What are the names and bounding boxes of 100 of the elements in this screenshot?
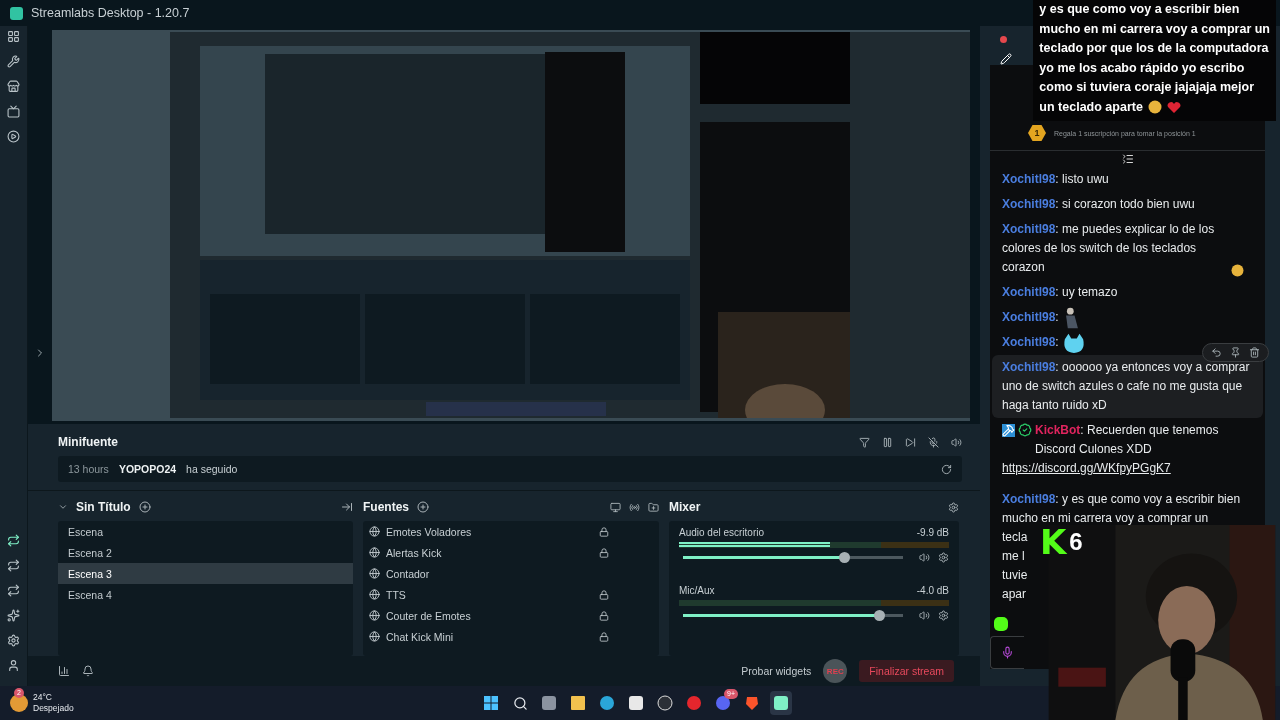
lock-icon[interactable] xyxy=(599,547,609,558)
test-widgets-button[interactable]: Probar widgets xyxy=(741,665,812,678)
moderator-icon xyxy=(1002,424,1015,437)
collapse-panel-icon[interactable] xyxy=(341,501,353,513)
filter-icon[interactable] xyxy=(859,436,870,448)
source-item[interactable]: TTS xyxy=(386,588,406,601)
emote-icon[interactable] xyxy=(994,617,1008,631)
event-user: YOPOPO24 xyxy=(118,463,177,475)
delete-icon[interactable] xyxy=(1249,347,1260,358)
end-stream-button[interactable]: Finalizar stream xyxy=(859,660,954,683)
volume-icon[interactable] xyxy=(951,436,962,448)
wrench-icon[interactable] xyxy=(7,55,20,68)
chat-message-fragment: apar xyxy=(1002,586,1027,603)
collapse-icon[interactable] xyxy=(1121,153,1134,165)
lock-icon[interactable] xyxy=(599,631,609,642)
chevron-down-icon[interactable] xyxy=(58,502,68,512)
reply-icon[interactable] xyxy=(1211,347,1222,358)
settings-icon[interactable] xyxy=(938,610,949,621)
pause-icon[interactable] xyxy=(882,436,893,448)
channel-name: Audio del escritorio xyxy=(679,527,765,538)
lock-icon[interactable] xyxy=(599,610,609,621)
scene-item[interactable]: Escena 3 xyxy=(58,563,353,584)
chat-message-fragment: tuvie xyxy=(1002,567,1028,584)
source-item[interactable]: Emotes Voladores xyxy=(386,525,472,538)
window-title: Streamlabs Desktop - 1.20.7 xyxy=(31,6,190,20)
scene-item[interactable]: Escena xyxy=(58,521,353,542)
temperature: 24°C xyxy=(33,692,53,703)
source-item[interactable]: Contador xyxy=(386,567,430,580)
mute-alerts-icon[interactable] xyxy=(928,436,939,448)
repeat-icon[interactable] xyxy=(7,534,20,547)
folder-add-icon[interactable] xyxy=(648,501,659,513)
weather-condition: Despejado xyxy=(33,703,74,714)
emoji-icon xyxy=(1231,264,1244,277)
section-title: Fuentes xyxy=(363,500,409,514)
channel-reading: -4.0 dB xyxy=(916,585,949,596)
blob-emote-icon xyxy=(1062,331,1087,354)
user-icon[interactable] xyxy=(7,659,20,672)
monitor-icon[interactable] xyxy=(610,501,621,513)
globe-icon xyxy=(369,547,380,558)
heart-icon xyxy=(1166,100,1181,114)
globe-icon xyxy=(369,526,380,537)
source-item[interactable]: Alertas Kick xyxy=(386,546,442,559)
add-source-icon[interactable] xyxy=(417,501,429,513)
lock-icon[interactable] xyxy=(599,589,609,600)
globe-icon xyxy=(369,589,380,600)
dashboard-icon[interactable] xyxy=(7,30,20,43)
scene-item[interactable]: Escena 4 xyxy=(58,584,353,605)
mic-icon xyxy=(1001,646,1014,659)
globe-icon xyxy=(369,568,380,579)
verified-icon xyxy=(1018,423,1032,437)
settings-icon[interactable] xyxy=(7,634,20,647)
pin-icon[interactable] xyxy=(1230,347,1241,358)
app-icon[interactable] xyxy=(770,691,792,715)
repeat-icon[interactable] xyxy=(7,584,20,597)
app-logo xyxy=(10,6,23,20)
event-action: ha seguido xyxy=(186,463,238,475)
lock-icon[interactable] xyxy=(599,526,609,537)
settings-icon[interactable] xyxy=(948,501,959,513)
chat-message: Xochitl98: xyxy=(1002,334,1060,351)
voice-button[interactable] xyxy=(990,636,1024,669)
chat-message: KickBot: Recuerden que tenemos Discord Culones XDD xyxy=(1035,422,1220,458)
play-icon[interactable] xyxy=(7,130,20,143)
chat-message: Xochitl98: oooooo ya entonces voy a comprar uno de switch azules o cafe no me gusta que haga tanto ruido xD xyxy=(1002,359,1251,414)
weather-icon[interactable] xyxy=(10,694,28,712)
chat-message: Xochitl98: si corazon todo bien uwu xyxy=(1002,196,1196,213)
tv-icon[interactable] xyxy=(7,105,20,118)
event-time: 13 hours xyxy=(68,463,109,475)
scene-item[interactable]: Escena 2 xyxy=(58,542,353,563)
broadcast-icon[interactable] xyxy=(629,501,640,513)
stats-icon[interactable] xyxy=(58,665,70,678)
globe-icon xyxy=(369,631,380,642)
chat-message: Xochitl98: me puedes explicar lo de los colores de los switch de los teclados corazon xyxy=(1002,221,1216,276)
source-item[interactable]: Chat Kick Mini xyxy=(386,630,454,643)
channel-reading: -9.9 dB xyxy=(916,527,949,538)
section-title: Mixer xyxy=(669,500,701,514)
bell-icon[interactable] xyxy=(82,665,94,678)
live-dot-icon xyxy=(1000,36,1007,43)
globe-icon xyxy=(369,610,380,621)
volume-icon[interactable] xyxy=(919,610,930,621)
add-scene-icon[interactable] xyxy=(138,501,151,513)
sparkles-icon[interactable] xyxy=(7,609,20,622)
volume-icon[interactable] xyxy=(919,552,930,563)
badge-count: 6 xyxy=(1069,528,1083,556)
section-title: Minifuente xyxy=(58,435,118,449)
overlay-message: un teclado aparte xyxy=(1039,98,1143,116)
settings-icon[interactable] xyxy=(938,552,949,563)
rank-badge: 1 xyxy=(1028,124,1046,142)
emoji-icon xyxy=(1147,100,1162,115)
discord-link[interactable]: https://discord.gg/WKfpyPGgK7 xyxy=(1002,459,1171,478)
channel-name: Mic/Aux xyxy=(679,585,715,596)
skip-icon[interactable] xyxy=(905,436,916,448)
chat-message: Xochitl98: uy temazo xyxy=(1002,284,1119,301)
chat-message-fragment: tecla xyxy=(1002,529,1028,546)
refresh-icon[interactable] xyxy=(941,463,952,475)
chat-message: Xochitl98: xyxy=(1002,309,1060,326)
repeat-icon[interactable] xyxy=(7,559,20,572)
edit-icon[interactable] xyxy=(1000,53,1012,65)
source-item[interactable]: Couter de Emotes xyxy=(386,609,471,622)
section-title: Sin Título xyxy=(76,500,131,514)
chat-message-fragment: me l xyxy=(1002,548,1025,565)
